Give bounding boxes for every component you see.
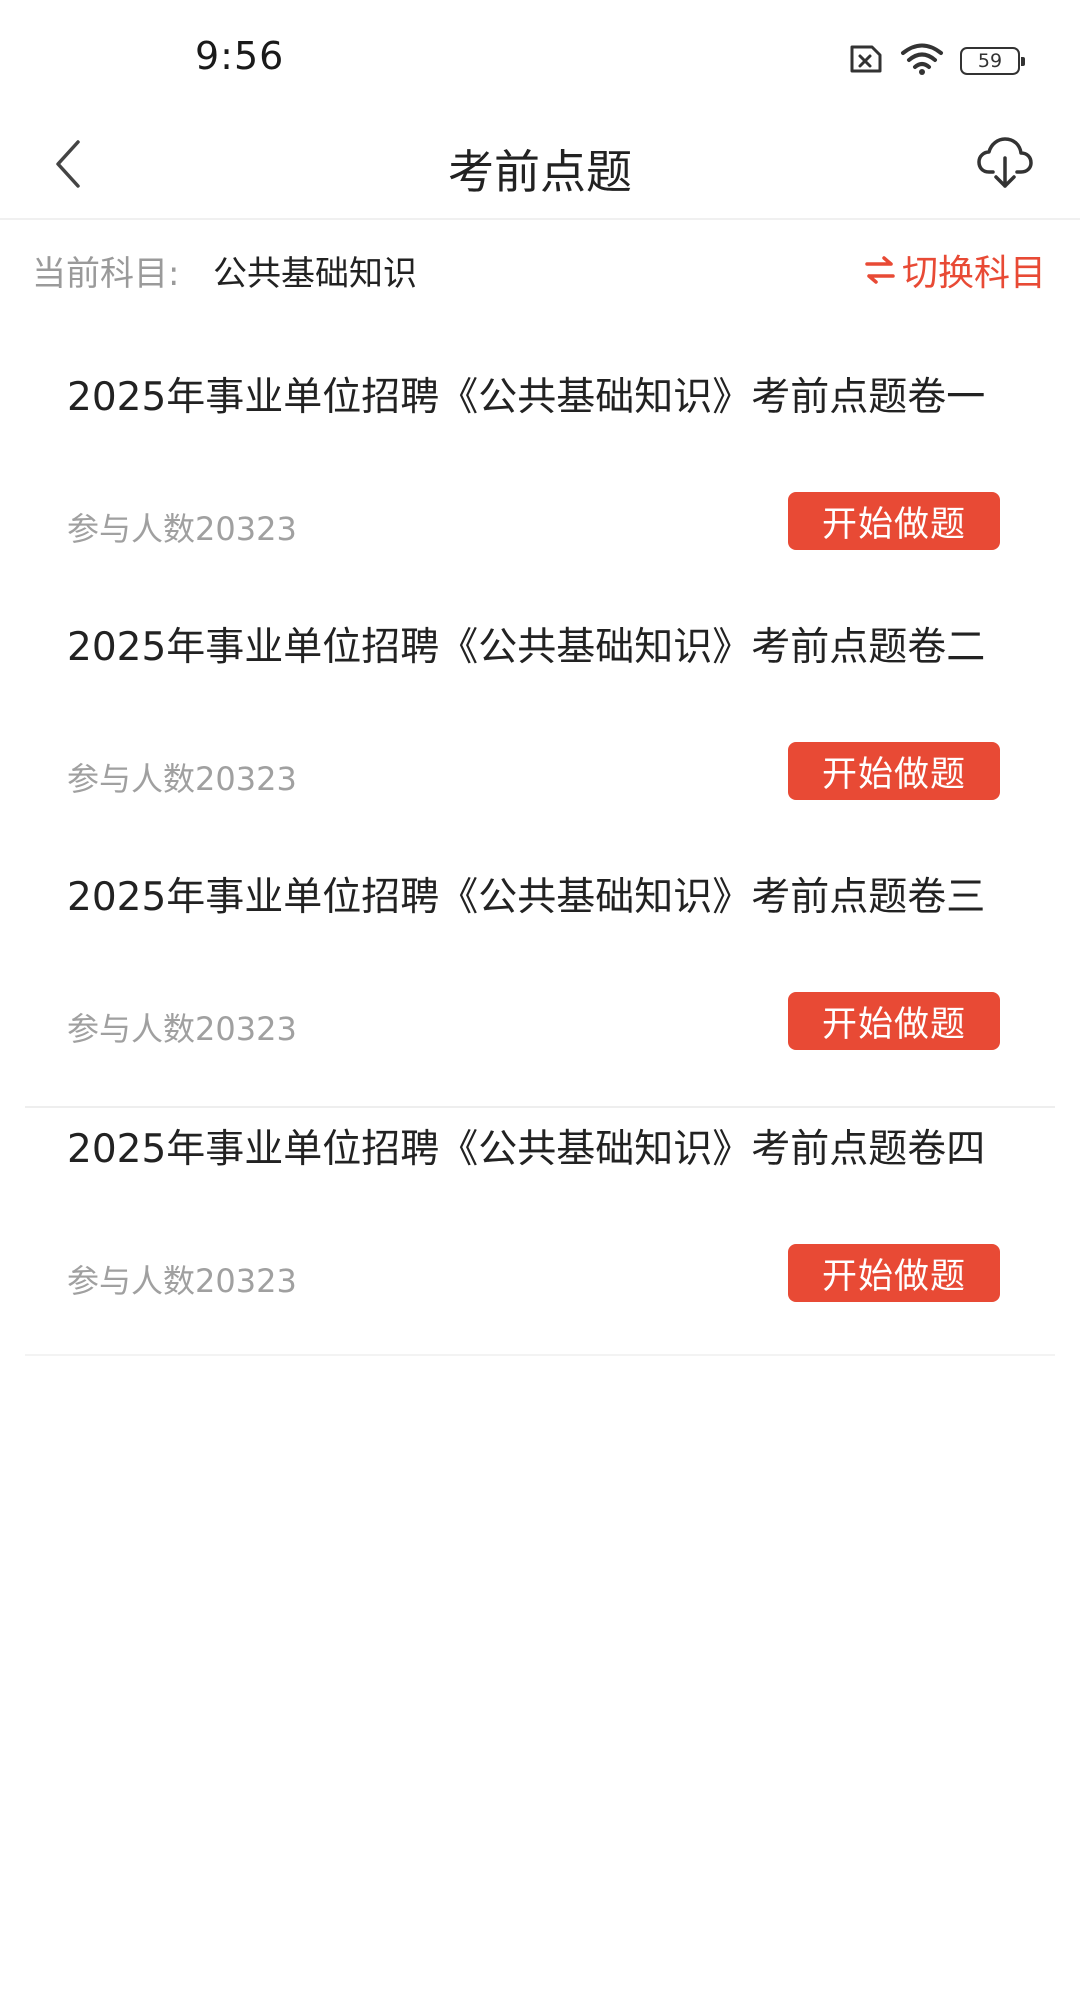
participant-count: 参与人数20323 — [67, 760, 297, 798]
participant-count: 参与人数20323 — [67, 510, 297, 548]
paper-title: 2025年事业单位招聘《公共基础知识》考前点题卷三 — [67, 875, 986, 920]
download-button[interactable] — [970, 128, 1040, 198]
participant-count: 参与人数20323 — [67, 1010, 297, 1048]
list-item[interactable]: 2025年事业单位招聘《公共基础知识》考前点题卷一 参与人数20323 开始做题 — [25, 356, 1055, 606]
paper-title: 2025年事业单位招聘《公共基础知识》考前点题卷一 — [67, 375, 986, 420]
no-sim-icon — [844, 44, 884, 78]
start-quiz-button[interactable]: 开始做题 — [788, 1244, 1000, 1302]
list-item[interactable]: 2025年事业单位招聘《公共基础知识》考前点题卷二 参与人数20323 开始做题 — [25, 606, 1055, 856]
list-item[interactable]: 2025年事业单位招聘《公共基础知识》考前点题卷三 参与人数20323 开始做题 — [25, 856, 1055, 1106]
current-subject-value: 公共基础知识 — [213, 254, 417, 294]
paper-title: 2025年事业单位招聘《公共基础知识》考前点题卷四 — [67, 1127, 986, 1172]
nav-bar: 考前点题 — [0, 110, 1080, 220]
battery-icon: 59 — [960, 47, 1025, 75]
list-item[interactable]: 2025年事业单位招聘《公共基础知识》考前点题卷四 参与人数20323 开始做题 — [25, 1106, 1055, 1356]
paper-title: 2025年事业单位招聘《公共基础知识》考前点题卷二 — [67, 625, 986, 670]
participant-count: 参与人数20323 — [67, 1262, 297, 1300]
status-icons: 59 — [844, 42, 1025, 80]
current-subject-label: 当前科目: — [32, 254, 180, 294]
wifi-icon — [900, 42, 944, 80]
cloud-download-icon — [977, 137, 1033, 188]
status-time: 9:56 — [195, 34, 285, 78]
start-quiz-button[interactable]: 开始做题 — [788, 492, 1000, 550]
start-quiz-button[interactable]: 开始做题 — [788, 992, 1000, 1050]
battery-level: 59 — [977, 50, 1003, 72]
start-quiz-button[interactable]: 开始做题 — [788, 742, 1000, 800]
switch-subject-button[interactable]: 切换科目 — [864, 244, 1046, 296]
switch-subject-label: 切换科目 — [901, 253, 1046, 294]
subject-row: 当前科目: 公共基础知识 切换科目 — [0, 220, 1080, 320]
swap-arrows-icon — [865, 256, 895, 284]
page-title: 考前点题 — [448, 145, 632, 199]
paper-list: 2025年事业单位招聘《公共基础知识》考前点题卷一 参与人数20323 开始做题… — [0, 356, 1080, 1356]
status-bar: 9:56 59 — [0, 0, 1080, 110]
